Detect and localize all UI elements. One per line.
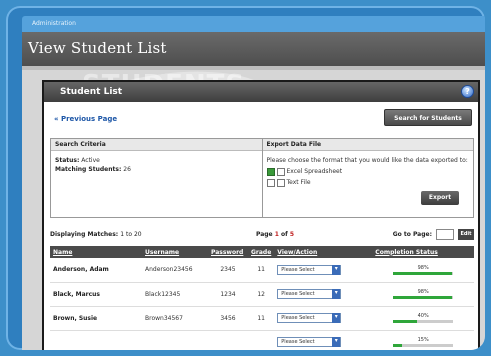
cell-password — [208, 330, 248, 350]
main-area: View Student List STUDENTS Student List … — [22, 32, 485, 350]
completion-percent: 15% — [417, 337, 429, 343]
pagination-bar: Displaying Matches: 1 to 20 Page 1 of 5 … — [50, 226, 474, 242]
go-to-page-input[interactable] — [436, 228, 454, 240]
cell-name: Anderson, Adam — [50, 258, 142, 283]
search-criteria: Search Criteria Status: Active Matching … — [51, 139, 263, 217]
panel-title: Student List — [60, 87, 123, 97]
panel-header: Student List ? — [44, 82, 478, 102]
progress-fill — [393, 296, 452, 299]
header-completion-status[interactable]: Completion Status — [372, 246, 474, 258]
excel-option-label: Excel Spreadsheet — [286, 168, 343, 175]
progress-fill — [393, 271, 452, 275]
status-label: Status: — [55, 157, 80, 164]
search-criteria-heading: Search Criteria — [51, 139, 262, 151]
page-label: Page — [255, 230, 273, 238]
matching-value: 26 — [123, 166, 131, 173]
page-indicator: Page 1 of 5 — [200, 231, 350, 238]
progress-bar — [393, 296, 454, 299]
cell-name — [50, 330, 142, 350]
page-title: View Student List — [22, 32, 485, 66]
action-select[interactable]: Please Select — [277, 289, 342, 299]
export-button[interactable]: Export — [421, 191, 459, 205]
cell-username: Black12345 — [142, 282, 208, 307]
cell-password: 1234 — [208, 282, 248, 307]
criteria-box: Search Criteria Status: Active Matching … — [50, 138, 474, 218]
cell-username — [142, 330, 208, 350]
cell-password: 2345 — [208, 258, 248, 283]
completion-percent: 98% — [417, 264, 429, 271]
student-list-panel: Student List ? « Previous Page Search fo… — [42, 80, 480, 350]
action-select[interactable]: Please Select — [277, 313, 342, 323]
admin-breadcrumb[interactable]: Administration — [22, 16, 485, 32]
search-for-students-button[interactable]: Search for Students — [384, 109, 472, 126]
table-row: Brown, Susie Brown34567 3456 11 Please S… — [50, 306, 474, 331]
student-table: Name Username Password Grade View/Action… — [50, 246, 474, 350]
cell-name: Black, Marcus — [50, 282, 142, 307]
cell-password: 3456 — [208, 306, 248, 331]
progress-fill — [393, 320, 418, 323]
header-name[interactable]: Name — [50, 246, 142, 258]
excel-radio[interactable] — [276, 167, 285, 176]
text-file-icon — [266, 178, 275, 187]
text-option[interactable]: Text File — [266, 178, 470, 187]
export-data-file: Export Data File Please choose the forma… — [262, 139, 473, 217]
header-password[interactable]: Password — [208, 246, 248, 258]
header-username[interactable]: Username — [142, 246, 208, 258]
excel-option[interactable]: Excel Spreadsheet — [266, 167, 470, 176]
table-row: Anderson, Adam Anderson23456 2345 11 Ple… — [50, 258, 474, 283]
displaying-label: Displaying Matches: — [50, 230, 119, 238]
completion-percent: 40% — [417, 313, 429, 319]
go-to-page-label: Go to Page: — [392, 230, 432, 238]
completion-percent: 98% — [417, 289, 429, 295]
previous-page-link[interactable]: « Previous Page — [54, 115, 117, 123]
text-radio[interactable] — [276, 178, 285, 187]
spreadsheet-icon — [266, 167, 275, 176]
status-value: Active — [81, 157, 100, 164]
cell-grade: 12 — [248, 282, 275, 307]
progress-bar — [393, 271, 454, 275]
cell-grade: 11 — [248, 306, 275, 331]
cell-grade — [248, 330, 275, 350]
progress-fill — [393, 344, 403, 347]
displaying-value: 1 to 20 — [120, 230, 142, 238]
cell-username: Anderson23456 — [142, 258, 208, 283]
export-instructions: Please choose the format that you would … — [266, 157, 468, 164]
action-select[interactable]: Please Select — [277, 264, 342, 275]
progress-bar — [393, 320, 454, 323]
help-icon[interactable]: ? — [461, 85, 474, 98]
matching-label: Matching Students: — [55, 166, 122, 173]
cell-username: Brown34567 — [142, 306, 208, 331]
page-of: of — [281, 230, 288, 238]
app-frame: Administration View Student List STUDENT… — [6, 6, 485, 350]
header-view-action: View/Action — [274, 246, 373, 258]
progress-bar — [393, 344, 454, 347]
action-select[interactable]: Please Select — [277, 337, 342, 347]
text-option-label: Text File — [286, 179, 311, 186]
table-header-row: Name Username Password Grade View/Action… — [50, 246, 474, 258]
table-row: Black, Marcus Black12345 1234 12 Please … — [50, 282, 474, 307]
page-current: 1 — [274, 230, 279, 238]
table-row: Please Select 15% — [50, 330, 474, 350]
cell-name: Brown, Susie — [50, 306, 142, 331]
export-heading: Export Data File — [262, 139, 473, 151]
header-grade[interactable]: Grade — [248, 246, 275, 258]
cell-grade: 11 — [248, 258, 275, 283]
go-button[interactable]: Edit — [458, 228, 474, 240]
page-total: 5 — [289, 230, 295, 238]
